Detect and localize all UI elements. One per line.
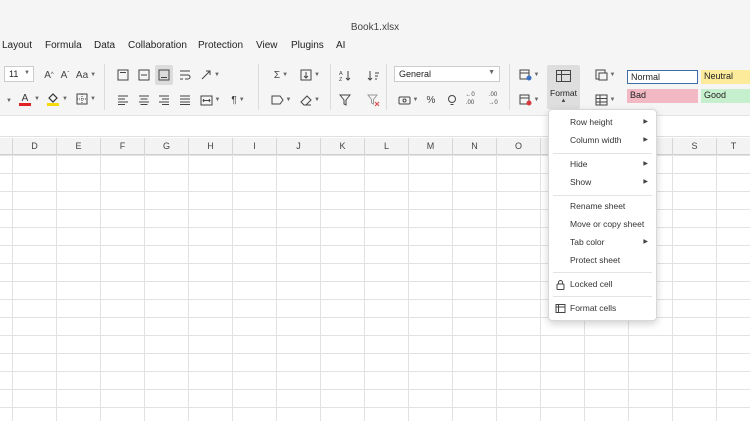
menu-data[interactable]: Data bbox=[94, 40, 115, 51]
menu-protection[interactable]: Protection bbox=[198, 40, 243, 51]
chevron-right-icon: ▶ bbox=[643, 161, 648, 167]
style-bad[interactable]: Bad bbox=[627, 89, 698, 103]
menu-item-rename-sheet[interactable]: Rename sheet bbox=[549, 198, 656, 215]
format-cells-icon bbox=[555, 304, 566, 313]
font-color-icon: A bbox=[19, 93, 32, 106]
menu-divider bbox=[553, 272, 652, 273]
column-header-d[interactable]: D bbox=[13, 138, 57, 155]
column-header-h[interactable]: H bbox=[189, 138, 233, 155]
column-header-t[interactable]: T bbox=[717, 138, 750, 155]
column-header-f[interactable]: F bbox=[101, 138, 145, 155]
clear-filter-icon[interactable] bbox=[364, 91, 382, 109]
column-header-e[interactable]: E bbox=[57, 138, 101, 155]
menu-ai[interactable]: AI bbox=[336, 40, 345, 51]
chevron-up-icon: ▲ bbox=[560, 98, 567, 104]
menu-plugins[interactable]: Plugins bbox=[291, 40, 324, 51]
style-good[interactable]: Good bbox=[701, 89, 750, 103]
corner-cell[interactable] bbox=[0, 138, 13, 155]
sort-ascending-icon[interactable]: AZ bbox=[336, 66, 354, 84]
menu-divider bbox=[553, 296, 652, 297]
idea-bulb-icon[interactable] bbox=[443, 91, 461, 109]
sort-custom-icon[interactable] bbox=[364, 66, 382, 84]
paragraph-icon[interactable]: ¶ ▼ bbox=[226, 91, 250, 109]
style-normal[interactable]: Normal bbox=[627, 70, 698, 84]
menu-item-move-copy-sheet[interactable]: Move or copy sheet bbox=[549, 216, 656, 233]
menu-item-format-cells[interactable]: Format cells bbox=[549, 300, 656, 317]
fill-bucket-icon bbox=[47, 93, 60, 106]
menu-item-protect-sheet[interactable]: Protect sheet bbox=[549, 252, 656, 269]
chevron-down-icon: ▼ bbox=[488, 69, 495, 76]
menu-divider bbox=[553, 195, 652, 196]
label-tag-icon[interactable]: ▼ bbox=[268, 91, 294, 109]
change-case-icon[interactable]: Aa ▼ bbox=[74, 66, 98, 84]
fill-down-icon[interactable]: ▼ bbox=[298, 66, 322, 84]
font-size-select[interactable]: 11 ▼ bbox=[4, 66, 34, 82]
font-color-button[interactable]: A ▼ bbox=[16, 90, 42, 108]
fill-color-button[interactable]: ▼ bbox=[44, 90, 70, 108]
clear-eraser-icon[interactable]: ▼ bbox=[298, 91, 322, 109]
ribbon-toolbar: 11 ▼ A ^ Aˇ Aa ▼ ▼ A ▼ ▼ ▼ ▼ ▼ ¶ ▼ Σ ▼ ▼… bbox=[0, 58, 750, 116]
column-header-m[interactable]: M bbox=[409, 138, 453, 155]
align-middle-icon[interactable] bbox=[135, 66, 153, 84]
column-header-o[interactable]: O bbox=[497, 138, 541, 155]
chevron-down-icon[interactable]: ▼ bbox=[2, 92, 14, 110]
menu-layout[interactable]: Layout bbox=[2, 40, 32, 51]
merge-cells-icon[interactable]: ▼ bbox=[198, 91, 222, 109]
menu-item-hide[interactable]: Hide ▶ bbox=[549, 156, 656, 173]
chevron-right-icon: ▶ bbox=[643, 119, 648, 125]
format-button[interactable]: Format ▲ bbox=[547, 65, 580, 109]
decrease-decimal-icon[interactable]: .00 →0 bbox=[484, 88, 502, 110]
column-header-g[interactable]: G bbox=[145, 138, 189, 155]
column-header-l[interactable]: L bbox=[365, 138, 409, 155]
column-header-s[interactable]: S bbox=[673, 138, 717, 155]
insert-cells-icon[interactable]: ▼ bbox=[592, 66, 618, 84]
increase-decimal-icon[interactable]: ←0.00 bbox=[461, 88, 479, 110]
justify-icon[interactable] bbox=[176, 91, 194, 109]
column-header-k[interactable]: K bbox=[321, 138, 365, 155]
align-center-icon[interactable] bbox=[135, 91, 153, 109]
text-orientation-icon[interactable]: ▼ bbox=[198, 66, 222, 84]
wrap-text-icon[interactable] bbox=[176, 66, 194, 84]
menu-collaboration[interactable]: Collaboration bbox=[128, 40, 187, 51]
number-format-select[interactable]: General ▼ bbox=[394, 66, 500, 82]
chevron-right-icon: ▶ bbox=[643, 179, 648, 185]
menu-item-tab-color[interactable]: Tab color ▶ bbox=[549, 234, 656, 251]
font-shrink-icon[interactable]: Aˇ bbox=[56, 66, 74, 84]
column-header-n[interactable]: N bbox=[453, 138, 497, 155]
format-dropdown-menu: Row height ▶ Column width ▶ Hide ▶ Show … bbox=[548, 109, 657, 321]
chevron-down-icon: ▼ bbox=[24, 70, 30, 76]
menu-divider bbox=[553, 153, 652, 154]
column-header-j[interactable]: J bbox=[277, 138, 321, 155]
menu-item-row-height[interactable]: Row height ▶ bbox=[549, 114, 656, 131]
percent-icon[interactable]: % bbox=[422, 91, 440, 109]
autosum-icon[interactable]: Σ ▼ bbox=[268, 66, 294, 84]
window-title: Book1.xlsx bbox=[350, 22, 400, 33]
conditional-format-icon[interactable]: ▼ bbox=[516, 66, 542, 84]
title-bar: Book1.xlsx bbox=[0, 0, 750, 36]
align-right-icon[interactable] bbox=[155, 91, 173, 109]
table-grid-icon[interactable]: ▼ bbox=[592, 91, 618, 109]
menu-view[interactable]: View bbox=[256, 40, 278, 51]
borders-icon bbox=[76, 93, 88, 105]
menu-item-locked-cell[interactable]: Locked cell bbox=[549, 276, 656, 293]
style-neutral[interactable]: Neutral bbox=[701, 70, 750, 84]
align-top-icon[interactable] bbox=[114, 66, 132, 84]
menu-item-column-width[interactable]: Column width ▶ bbox=[549, 132, 656, 149]
align-left-icon[interactable] bbox=[114, 91, 132, 109]
chevron-right-icon: ▶ bbox=[643, 239, 648, 245]
filter-icon[interactable] bbox=[336, 91, 354, 109]
borders-button[interactable]: ▼ bbox=[74, 90, 98, 108]
menu-item-show[interactable]: Show ▶ bbox=[549, 174, 656, 191]
chevron-right-icon: ▶ bbox=[643, 137, 648, 143]
lock-icon bbox=[556, 280, 565, 290]
menu-formula[interactable]: Formula bbox=[45, 40, 82, 51]
accounting-format-icon[interactable]: ▼ bbox=[396, 91, 420, 109]
column-header-i[interactable]: I bbox=[233, 138, 277, 155]
conditional-rules-icon[interactable]: ▼ bbox=[516, 91, 542, 109]
format-table-icon bbox=[556, 70, 571, 82]
align-bottom-icon[interactable] bbox=[155, 65, 173, 85]
svg-text:Z: Z bbox=[339, 77, 343, 82]
svg-text:A: A bbox=[22, 93, 29, 104]
menu-bar: Layout Formula Data Collaboration Protec… bbox=[0, 36, 750, 58]
